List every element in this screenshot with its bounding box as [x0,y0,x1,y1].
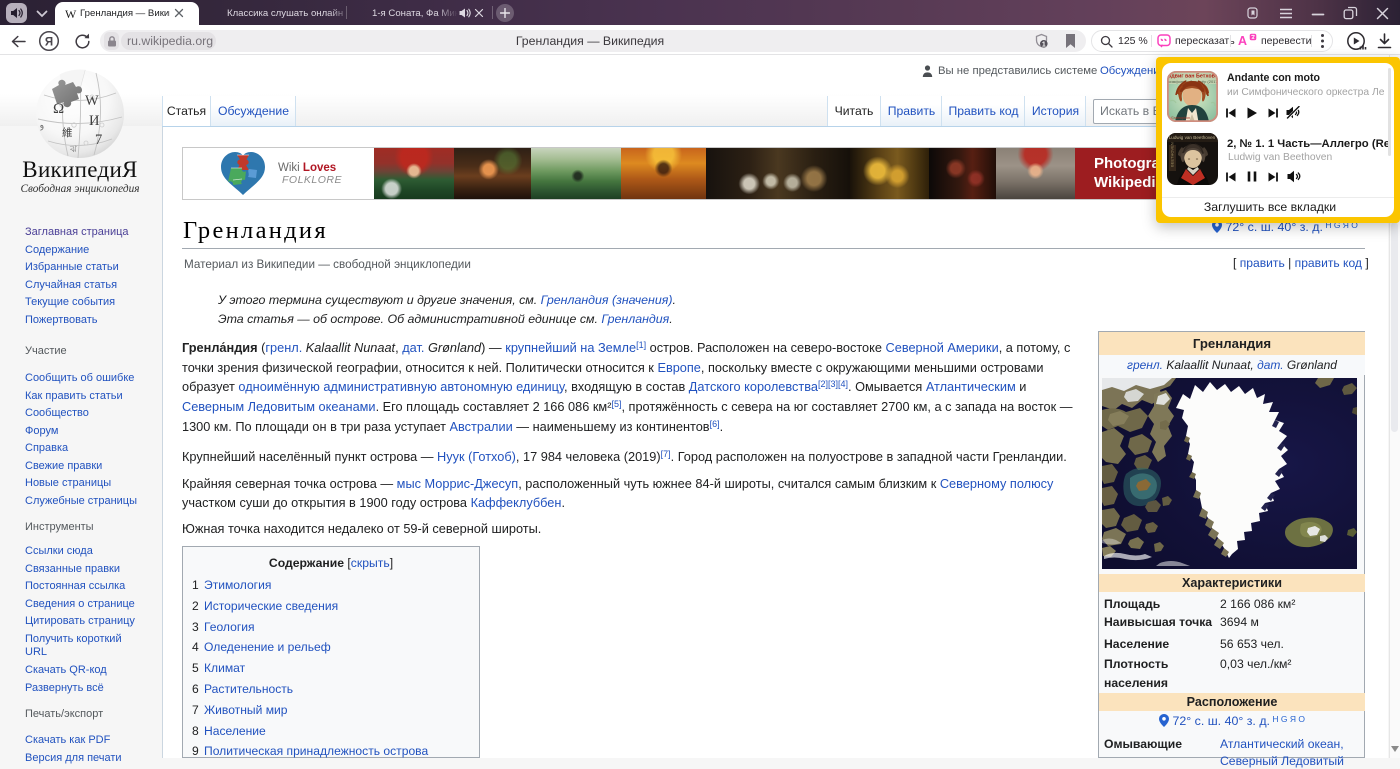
svg-text:Ludwig van Beethoven: Ludwig van Beethoven [1169,135,1216,140]
svg-text:7: 7 [95,132,102,148]
svg-text:Ω: Ω [53,101,64,117]
svg-text:ঝ: ঝ [69,144,77,154]
svg-text:Gramophon: Gramophon [1171,116,1190,120]
svg-text:Я: Я [45,36,53,48]
svg-text:BEETHOVEN: BEETHOVEN [1170,142,1175,167]
svg-text:1: 1 [1042,42,1046,49]
svg-text:W: W [85,93,99,109]
svg-text:維: 維 [62,126,73,139]
svg-text:И: И [89,113,100,129]
